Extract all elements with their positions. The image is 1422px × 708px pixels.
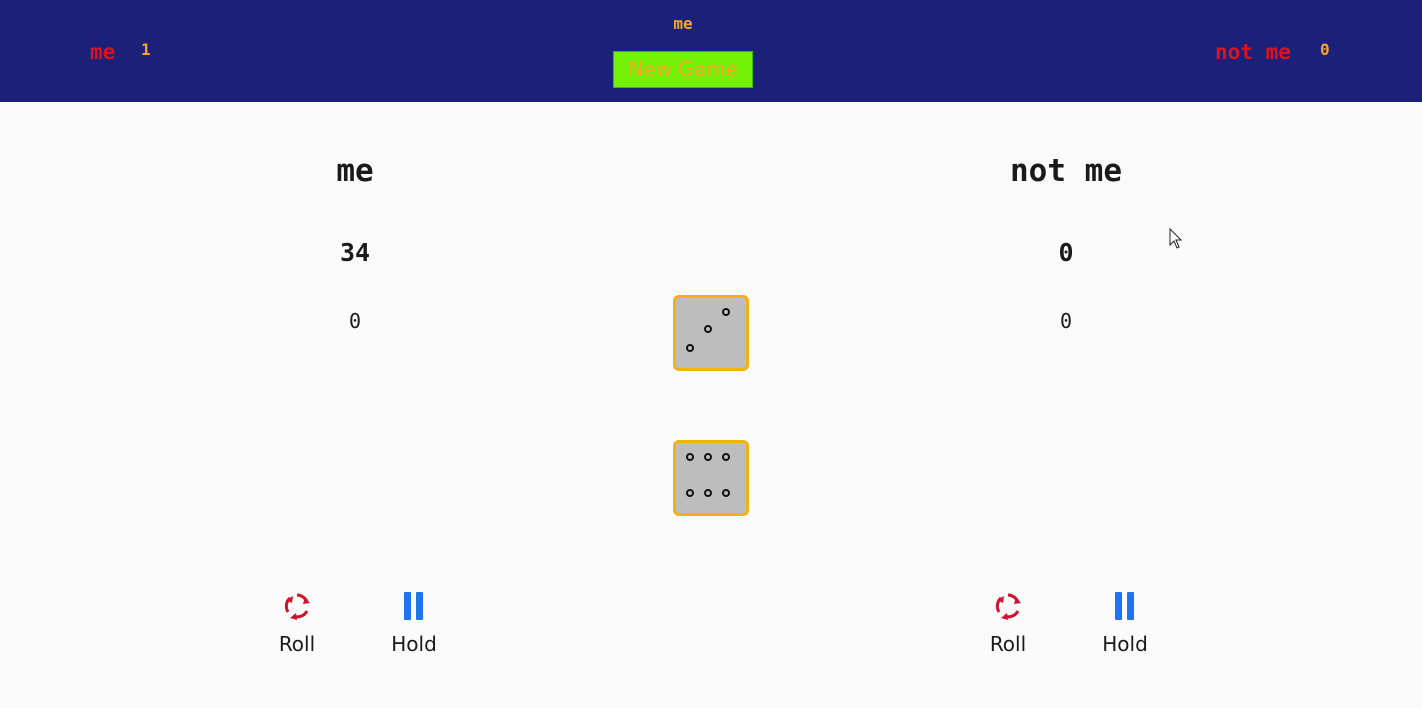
- die-pip: [686, 489, 694, 497]
- die-pip: [704, 489, 712, 497]
- player-one-total-score: 34: [339, 238, 371, 267]
- hold-label: Hold: [391, 632, 437, 656]
- player-two-hold-button[interactable]: Hold: [1080, 584, 1170, 664]
- header-right-player-name: not me: [1215, 40, 1291, 64]
- die-pip: [722, 453, 730, 461]
- die-pip: [704, 325, 712, 333]
- die-pip: [686, 453, 694, 461]
- top-bar: me 1 me New Game not me 0: [0, 0, 1422, 102]
- player-one-current-score: 0: [348, 309, 362, 333]
- header-left-player-name: me: [90, 40, 116, 64]
- player-one-hold-button[interactable]: Hold: [369, 584, 459, 664]
- hold-label: Hold: [1102, 632, 1148, 656]
- pause-icon: [1110, 590, 1140, 622]
- roll-label: Roll: [989, 632, 1027, 656]
- refresh-icon: [284, 593, 310, 620]
- header-left-player-wins: 1: [141, 40, 151, 59]
- pause-icon: [399, 590, 429, 622]
- header-right-player-wins: 0: [1320, 40, 1330, 59]
- die-one: [673, 295, 749, 371]
- player-two-current-score: 0: [1059, 309, 1073, 333]
- player-one-roll-button[interactable]: Roll: [252, 584, 342, 664]
- roll-label: Roll: [278, 632, 316, 656]
- current-player-indicator: me: [673, 14, 693, 33]
- mouse-cursor-icon: [1169, 228, 1183, 249]
- new-game-button[interactable]: New Game: [613, 51, 753, 88]
- player-two-name: not me: [1010, 153, 1122, 189]
- die-two: [673, 440, 749, 516]
- die-pip: [722, 308, 730, 316]
- refresh-icon: [995, 593, 1021, 620]
- die-pip: [686, 344, 694, 352]
- die-pip: [704, 453, 712, 461]
- player-one-name: me: [336, 153, 374, 189]
- die-pip: [722, 489, 730, 497]
- player-two-roll-button[interactable]: Roll: [963, 584, 1053, 664]
